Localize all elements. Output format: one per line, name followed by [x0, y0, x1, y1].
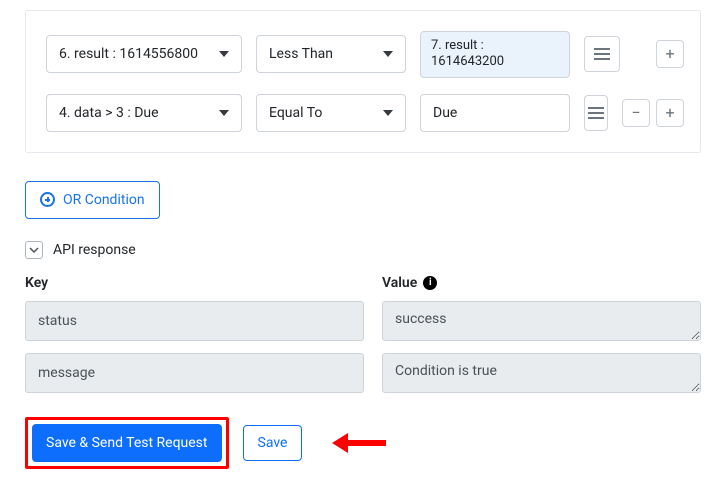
- condition-left-dropdown[interactable]: 6. result : 1614556800: [46, 35, 242, 73]
- value-header-text: Value: [382, 275, 417, 291]
- condition-operator-label: Equal To: [269, 105, 322, 121]
- condition-left-dropdown[interactable]: 4. data > 3 : Due: [46, 94, 242, 132]
- info-icon[interactable]: i: [423, 276, 437, 290]
- api-response-label: API response: [53, 242, 136, 258]
- save-button[interactable]: Save: [243, 425, 303, 461]
- caret-down-icon: [219, 51, 229, 57]
- plus-circle-icon: [40, 192, 55, 207]
- condition-right-input[interactable]: [420, 94, 570, 132]
- save-send-test-button[interactable]: Save & Send Test Request: [32, 424, 222, 462]
- kv-header: Key Value i: [25, 275, 701, 291]
- condition-left-label: 6. result : 1614556800: [59, 46, 198, 62]
- condition-row: 6. result : 1614556800 Less Than 7. resu…: [46, 31, 684, 78]
- add-condition-button[interactable]: +: [656, 99, 684, 127]
- kv-value-input[interactable]: [382, 301, 701, 341]
- condition-operator-label: Less Than: [269, 46, 333, 62]
- caret-down-icon: [383, 110, 393, 116]
- condition-row: 4. data > 3 : Due Equal To − +: [46, 94, 684, 132]
- caret-down-icon: [383, 51, 393, 57]
- condition-left-label: 4. data > 3 : Due: [59, 105, 159, 121]
- caret-down-icon: [219, 110, 229, 116]
- kv-row: [25, 353, 701, 393]
- key-header: Key: [25, 275, 382, 291]
- api-response-toggle: API response: [25, 241, 701, 259]
- kv-key-input[interactable]: [25, 353, 364, 393]
- drag-handle-icon[interactable]: [584, 36, 620, 72]
- kv-key-input[interactable]: [25, 301, 364, 341]
- kv-value-input[interactable]: [382, 353, 701, 393]
- condition-right-token[interactable]: 7. result : 1614643200: [420, 31, 570, 78]
- remove-condition-button[interactable]: −: [622, 99, 650, 127]
- conditions-container: 6. result : 1614556800 Less Than 7. resu…: [25, 10, 701, 153]
- drag-handle-icon[interactable]: [584, 95, 608, 131]
- or-condition-button[interactable]: OR Condition: [25, 181, 160, 219]
- value-header: Value i: [382, 275, 437, 291]
- condition-operator-dropdown[interactable]: Equal To: [256, 94, 406, 132]
- actions-bar: Save & Send Test Request Save: [25, 417, 701, 469]
- add-condition-button[interactable]: +: [656, 40, 684, 68]
- kv-row: [25, 301, 701, 341]
- highlight-box: Save & Send Test Request: [25, 417, 229, 469]
- chevron-down-icon: [29, 245, 39, 255]
- annotation-arrow-icon: [332, 433, 386, 453]
- condition-operator-dropdown[interactable]: Less Than: [256, 35, 406, 73]
- or-condition-label: OR Condition: [63, 192, 145, 208]
- collapse-toggle[interactable]: [25, 241, 43, 259]
